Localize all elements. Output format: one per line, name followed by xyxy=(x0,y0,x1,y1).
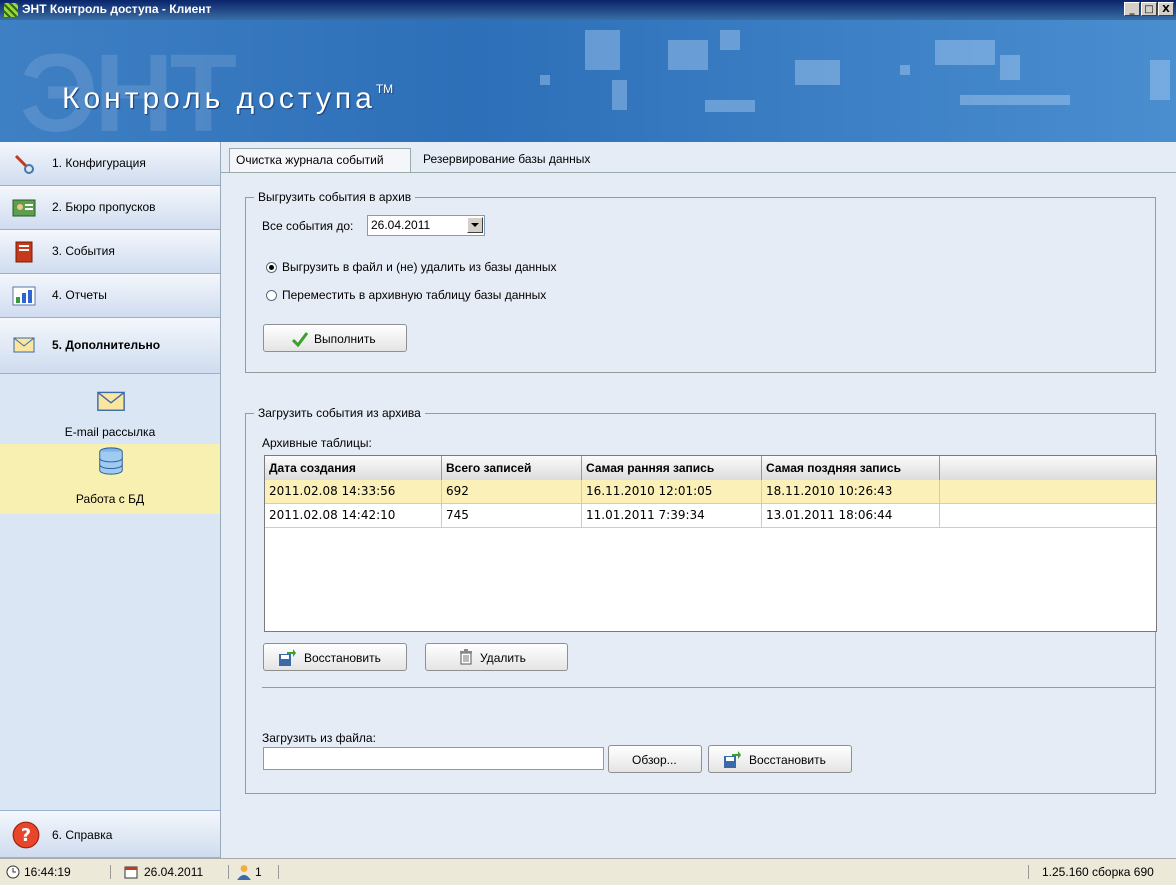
close-button[interactable]: X xyxy=(1158,2,1174,16)
sidebar-item-label: 1. Конфигурация xyxy=(52,156,146,170)
trash-icon xyxy=(460,649,472,665)
column-header-earliest[interactable]: Самая ранняя запись xyxy=(582,456,762,480)
sidebar-item-additional[interactable]: 5. Дополнительно xyxy=(0,318,220,374)
archive-tables-grid[interactable]: Дата создания Всего записей Самая ранняя… xyxy=(264,455,1157,632)
table-cell: 16.11.2010 12:01:05 xyxy=(582,480,762,503)
radio-export-file-label[interactable]: Выгрузить в файл и (не) удалить из базы … xyxy=(282,260,557,274)
table-row[interactable]: 2011.02.08 14:42:10 745 11.01.2011 7:39:… xyxy=(265,504,1156,528)
tab-strip: Очистка журнала событий Резервирование б… xyxy=(221,142,1176,173)
table-cell: 692 xyxy=(442,480,582,503)
maximize-button[interactable]: □ xyxy=(1141,2,1157,16)
sidebar-item-events[interactable]: 3. События xyxy=(0,230,220,274)
title-bar: ЭНТ Контроль доступа - Клиент _ □ X xyxy=(0,0,1176,20)
sidebar-item-label: 3. События xyxy=(52,244,115,258)
table-cell: 745 xyxy=(442,504,582,527)
svg-text:?: ? xyxy=(21,826,31,846)
column-header-latest[interactable]: Самая поздняя запись xyxy=(762,456,940,480)
status-date: 26.04.2011 xyxy=(144,865,204,879)
chart-icon xyxy=(12,286,36,306)
window-title: ЭНТ Контроль доступа - Клиент xyxy=(22,2,212,16)
journal-icon xyxy=(15,241,33,263)
date-label: Все события до: xyxy=(262,219,354,233)
sidebar-item-label: 4. Отчеты xyxy=(52,288,107,302)
browse-button[interactable]: Обзор... xyxy=(608,745,702,773)
sidebar-subitem-database[interactable]: Работа с БД xyxy=(0,444,220,514)
wrench-icon xyxy=(14,154,34,174)
sidebar-item-configuration[interactable]: 1. Конфигурация xyxy=(0,142,220,186)
column-header-total[interactable]: Всего записей xyxy=(442,456,582,480)
table-cell: 2011.02.08 14:42:10 xyxy=(265,504,442,527)
table-cell: 2011.02.08 14:33:56 xyxy=(265,480,442,503)
table-cell: 11.01.2011 7:39:34 xyxy=(582,504,762,527)
restore-icon xyxy=(724,751,741,768)
radio-export-file[interactable] xyxy=(266,262,277,273)
checkmark-icon xyxy=(292,332,308,347)
date-picker[interactable]: 26.04.2011 xyxy=(367,215,485,236)
sidebar-item-pass-office[interactable]: 2. Бюро пропусков xyxy=(0,186,220,230)
archive-tables-label: Архивные таблицы: xyxy=(262,436,372,450)
status-version: 1.25.160 сборка 690 xyxy=(1042,865,1154,879)
table-row[interactable]: 2011.02.08 14:33:56 692 16.11.2010 12:01… xyxy=(265,480,1156,504)
sidebar-subitem-label: E-mail рассылка xyxy=(64,425,156,439)
sidebar-item-label: 2. Бюро пропусков xyxy=(52,200,156,214)
envelope-icon xyxy=(13,337,35,353)
tab-backup-database[interactable]: Резервирование базы данных xyxy=(417,148,627,172)
status-bar: 16:44:19 26.04.2011 1 1.25.160 сборка 69… xyxy=(0,858,1176,885)
sidebar-item-label: 6. Справка xyxy=(52,828,113,842)
radio-move-archive-label[interactable]: Переместить в архивную таблицу базы данн… xyxy=(282,288,546,302)
restore-button[interactable]: Восстановить xyxy=(263,643,407,671)
export-group-legend: Выгрузить события в архив xyxy=(254,190,416,204)
header-banner: ЭНТ Контроль доступаTM xyxy=(0,20,1176,142)
restore-icon xyxy=(279,649,296,666)
restore-from-file-button[interactable]: Восстановить xyxy=(708,745,852,773)
clock-icon xyxy=(6,865,20,879)
app-logo-icon xyxy=(4,3,18,17)
status-time: 16:44:19 xyxy=(24,865,71,879)
table-cell: 18.11.2010 10:26:43 xyxy=(762,480,940,503)
sidebar-subitem-label: Работа с БД xyxy=(75,492,145,506)
divider xyxy=(262,687,1156,688)
sidebar-subitem-email[interactable]: E-mail рассылка xyxy=(0,374,220,444)
id-card-icon xyxy=(12,199,36,217)
tab-clear-event-log[interactable]: Очистка журнала событий xyxy=(229,148,411,172)
sidebar-item-help[interactable]: ? 6. Справка xyxy=(0,810,220,858)
envelope-icon xyxy=(97,391,125,411)
user-icon xyxy=(237,865,251,880)
column-header-created[interactable]: Дата создания xyxy=(265,456,442,480)
radio-move-archive[interactable] xyxy=(266,290,277,301)
sidebar-item-label: 5. Дополнительно xyxy=(52,338,161,352)
sidebar-item-reports[interactable]: 4. Отчеты xyxy=(0,274,220,318)
file-label: Загрузить из файла: xyxy=(262,731,376,745)
import-group-legend: Загрузить события из архива xyxy=(254,406,425,420)
database-icon xyxy=(99,447,123,475)
execute-button[interactable]: Выполнить xyxy=(263,324,407,352)
banner-title: Контроль доступаTM xyxy=(62,82,394,115)
table-cell: 13.01.2011 18:06:44 xyxy=(762,504,940,527)
grid-header: Дата создания Всего записей Самая ранняя… xyxy=(265,456,1156,481)
minimize-button[interactable]: _ xyxy=(1124,2,1140,16)
status-users: 1 xyxy=(255,865,262,879)
help-icon: ? xyxy=(12,821,40,849)
calendar-icon xyxy=(124,866,138,879)
sidebar: 1. Конфигурация 2. Бюро пропусков 3. Соб… xyxy=(0,142,221,858)
delete-button[interactable]: Удалить xyxy=(425,643,568,671)
file-path-input[interactable] xyxy=(263,747,604,770)
chevron-down-icon[interactable] xyxy=(467,217,483,233)
